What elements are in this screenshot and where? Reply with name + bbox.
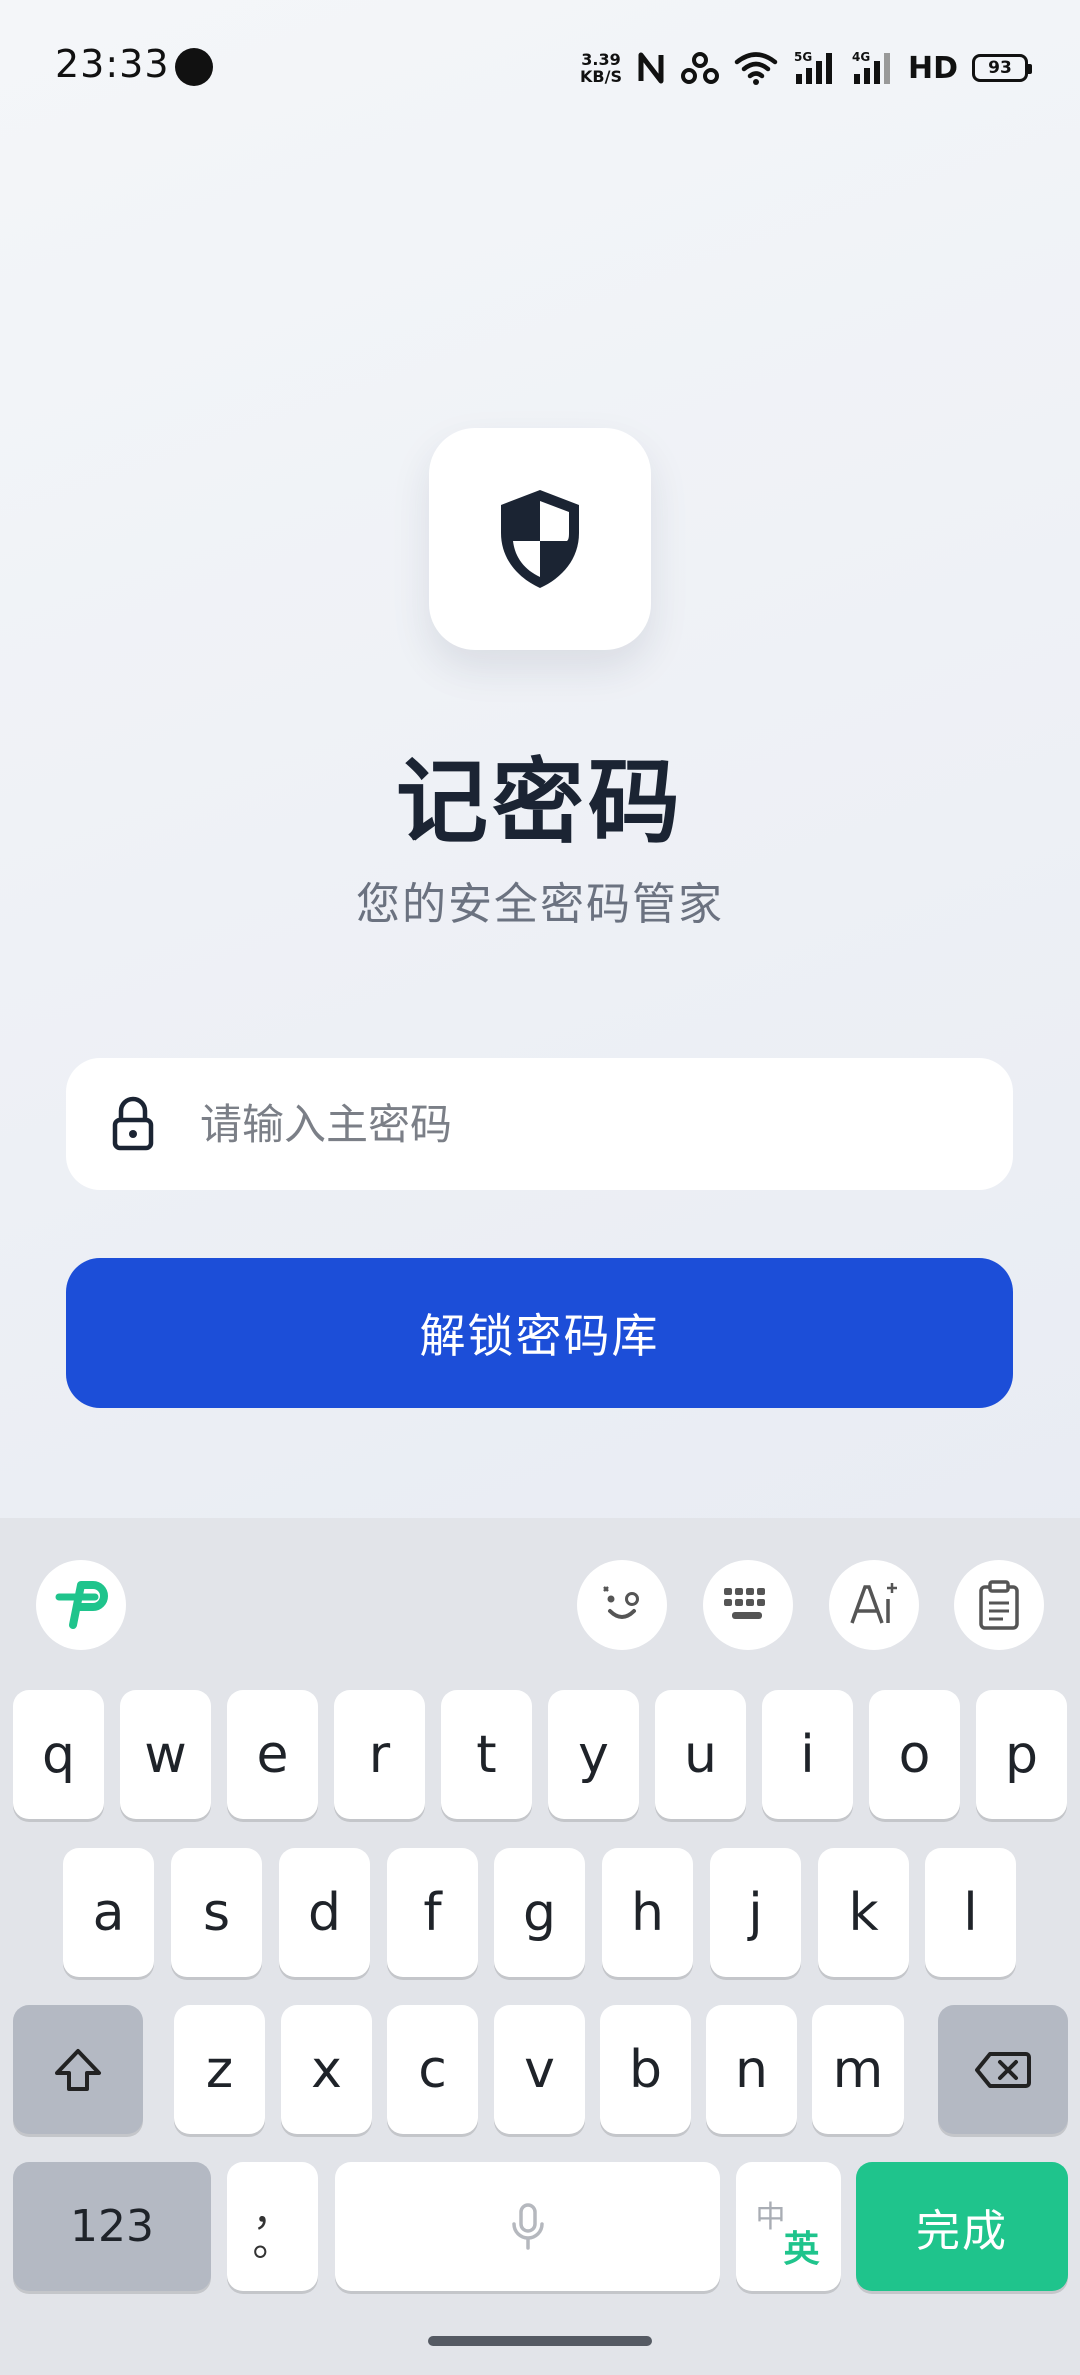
- status-bar: 23:33 3.39 KB/S 5G 4G HD 93: [0, 0, 1080, 132]
- hotspot-icon: [680, 52, 719, 84]
- master-password-field[interactable]: [66, 1058, 1013, 1190]
- key-l[interactable]: l: [925, 1848, 1016, 1977]
- space-key[interactable]: [335, 2162, 720, 2291]
- key-g[interactable]: g: [494, 1848, 585, 1977]
- shift-key[interactable]: [13, 2005, 143, 2134]
- key-v[interactable]: v: [494, 2005, 585, 2134]
- ai-writing-icon: [850, 1583, 897, 1624]
- key-t[interactable]: t: [441, 1690, 532, 1819]
- key-m[interactable]: m: [812, 2005, 904, 2134]
- key-x[interactable]: x: [281, 2005, 372, 2134]
- keyboard-layout-button[interactable]: [703, 1560, 793, 1650]
- shift-icon: [55, 2048, 101, 2091]
- key-y[interactable]: y: [548, 1690, 639, 1819]
- 4g-signal-icon: 4G: [852, 50, 890, 84]
- svg-text:5G: 5G: [794, 50, 812, 64]
- status-icons: 3.39 KB/S 5G 4G HD 93: [580, 44, 1032, 92]
- app-title: 记密码: [395, 749, 684, 856]
- emoji-button[interactable]: [577, 1560, 667, 1650]
- clipboard-button[interactable]: [954, 1560, 1044, 1650]
- network-speed-unit: KB/S: [580, 67, 622, 86]
- unlock-vault-button[interactable]: 解锁密码库: [66, 1258, 1013, 1408]
- battery-level: 93: [988, 58, 1012, 78]
- key-q[interactable]: q: [13, 1690, 104, 1819]
- soft-keyboard: q w e r t y u i o p a s d f g h j k l z …: [0, 1518, 1080, 2375]
- key-p[interactable]: p: [976, 1690, 1067, 1819]
- app-logo: [429, 428, 651, 650]
- clipboard-icon: [979, 1580, 1019, 1630]
- key-b[interactable]: b: [600, 2005, 691, 2134]
- keyboard-layout-icon: [724, 1588, 765, 1619]
- backspace-key[interactable]: [938, 2005, 1068, 2134]
- lock-icon: [112, 1096, 154, 1151]
- keyboard-toolbar: [0, 1518, 1080, 1690]
- hd-voice-label: HD: [907, 50, 958, 86]
- done-key[interactable]: 完成: [856, 2162, 1068, 2291]
- key-c[interactable]: c: [387, 2005, 478, 2134]
- master-password-input[interactable]: [200, 1084, 960, 1164]
- lang-en-label: 英: [783, 2228, 820, 2270]
- key-n[interactable]: n: [706, 2005, 797, 2134]
- punct-period: 。: [252, 2218, 293, 2265]
- microphone-icon: [511, 2202, 544, 2250]
- network-speed-value: 3.39: [581, 50, 621, 69]
- key-z[interactable]: z: [174, 2005, 265, 2134]
- notification-dot-icon: [175, 48, 213, 86]
- 5g-signal-icon: 5G: [794, 50, 832, 84]
- wifi-icon: [734, 52, 778, 85]
- battery-icon: 93: [972, 54, 1032, 82]
- key-f[interactable]: f: [387, 1848, 478, 1977]
- shield-icon: [501, 490, 579, 588]
- backspace-icon: [975, 2051, 1031, 2088]
- network-speed: 3.39 KB/S: [580, 51, 622, 85]
- key-w[interactable]: w: [120, 1690, 211, 1819]
- nfc-icon: [638, 52, 664, 84]
- key-k[interactable]: k: [818, 1848, 909, 1977]
- key-j[interactable]: j: [710, 1848, 801, 1977]
- lang-cn-label: 中: [755, 2199, 786, 2235]
- key-h[interactable]: h: [602, 1848, 693, 1977]
- emoji-icon: [603, 1586, 639, 1619]
- ai-writing-button[interactable]: [829, 1560, 919, 1650]
- app-subtitle: 您的安全密码管家: [356, 879, 724, 930]
- cn-en-switch-icon: 中 英: [754, 2192, 824, 2270]
- ime-logo-icon: [55, 1581, 108, 1629]
- numbers-key[interactable]: 123: [13, 2162, 211, 2291]
- punctuation-key[interactable]: ， 。: [227, 2162, 318, 2291]
- language-switch-key[interactable]: 中 英: [736, 2162, 841, 2291]
- home-indicator[interactable]: [428, 2336, 652, 2346]
- key-e[interactable]: e: [227, 1690, 318, 1819]
- ime-logo-button[interactable]: [36, 1560, 126, 1650]
- key-o[interactable]: o: [869, 1690, 960, 1819]
- key-a[interactable]: a: [63, 1848, 154, 1977]
- key-d[interactable]: d: [279, 1848, 370, 1977]
- status-time: 23:33: [55, 42, 170, 86]
- key-i[interactable]: i: [762, 1690, 853, 1819]
- key-r[interactable]: r: [334, 1690, 425, 1819]
- key-s[interactable]: s: [171, 1848, 262, 1977]
- key-u[interactable]: u: [655, 1690, 746, 1819]
- svg-text:4G: 4G: [852, 50, 870, 64]
